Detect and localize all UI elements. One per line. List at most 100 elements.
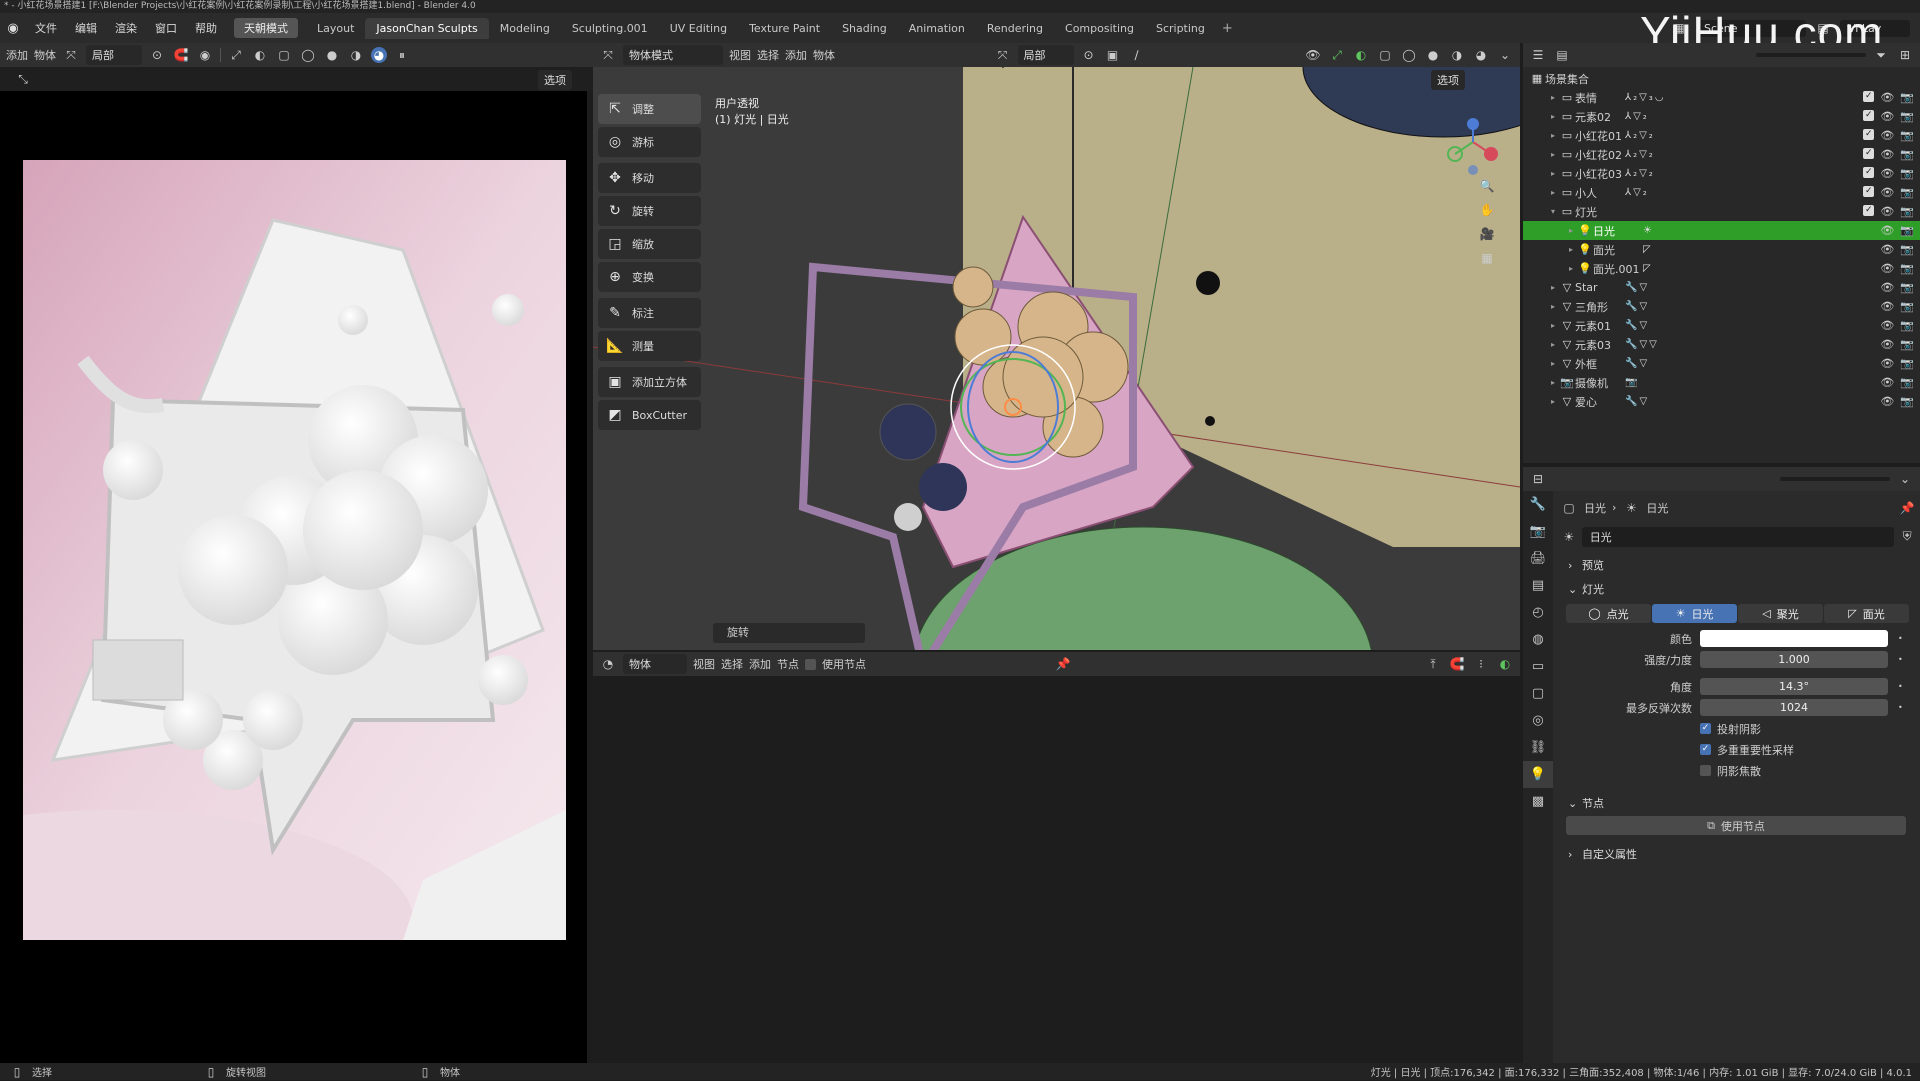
tab-rendering[interactable]: Rendering (976, 18, 1054, 39)
render-camera-icon[interactable]: 📷 (1900, 186, 1914, 199)
render-camera-icon[interactable]: 📷 (1900, 110, 1914, 123)
pan-hand-icon[interactable]: ✋ (1478, 201, 1496, 219)
solid-shading-icon[interactable]: ● (323, 46, 341, 64)
exclude-checkbox[interactable]: ✓ (1863, 129, 1875, 140)
gizmo-icon[interactable]: ⤢ (1328, 46, 1346, 64)
zoom-icon[interactable]: 🔍 (1478, 177, 1496, 195)
expand-right-icon[interactable]: ▸ (1547, 302, 1559, 311)
outliner-row[interactable]: ▸ ▽ 三角形 🔧▽ 👁 📷 (1523, 297, 1920, 316)
tool-tab-icon[interactable]: 🔧 (1523, 491, 1553, 518)
outliner-row[interactable]: ▸ ▽ Star 🔧▽ 👁 📷 (1523, 278, 1920, 297)
editor-type-icon[interactable]: ⤧ (599, 46, 617, 64)
angle-field[interactable]: 14.3° (1700, 678, 1888, 695)
expand-right-icon[interactable]: ▸ (1547, 397, 1559, 406)
render-camera-icon[interactable]: 📷 (1900, 376, 1914, 389)
modifier-icons[interactable]: ⅄₂▽₂ (1625, 130, 1655, 141)
pivot-icon[interactable]: ⊙ (1080, 46, 1098, 64)
overlay-icon[interactable]: ◐ (1496, 655, 1514, 673)
render-camera-icon[interactable]: 📷 (1900, 300, 1914, 313)
snap-icon[interactable]: ▣ (1104, 46, 1122, 64)
outliner-row[interactable]: ▸ 📷 摄像机 📷 👁 📷 (1523, 373, 1920, 392)
use-nodes-button[interactable]: ⧉ 使用节点 (1566, 816, 1906, 835)
scene-tab-icon[interactable]: ◴ (1523, 599, 1553, 626)
last-operator-panel[interactable]: 旋转 (713, 623, 865, 643)
expand-right-icon[interactable]: ▸ (1547, 378, 1559, 387)
outliner-row[interactable]: ▸ ▭ 表情 ⅄₂▽₃◡ ✓ 👁 📷 (1523, 88, 1920, 107)
tool-transform[interactable]: ⊕ 变换 (598, 262, 701, 292)
render-tab-icon[interactable]: 📷 (1523, 518, 1553, 545)
strength-field[interactable]: 1.000 (1700, 651, 1888, 668)
outliner-row[interactable]: ▸ ▽ 外框 🔧▽ 👁 📷 (1523, 354, 1920, 373)
eye-icon[interactable]: 👁 (1880, 281, 1894, 294)
tab-animation[interactable]: Animation (898, 18, 976, 39)
render-camera-icon[interactable]: 📷 (1900, 281, 1914, 294)
eye-icon[interactable]: 👁 (1880, 224, 1894, 237)
proportional-icon[interactable]: ◉ (196, 46, 214, 64)
image-object-menu[interactable]: 物体 (34, 47, 56, 63)
render-camera-icon[interactable]: 📷 (1900, 243, 1914, 256)
node-add-menu[interactable]: 添加 (749, 656, 771, 672)
expand-right-icon[interactable]: ▸ (1547, 150, 1559, 159)
viewport-select-menu[interactable]: 选择 (757, 47, 779, 63)
light-type-spot-light[interactable]: ◁ 聚光 (1738, 604, 1823, 623)
expand-right-icon[interactable]: ▸ (1547, 321, 1559, 330)
snap-icon[interactable]: 🧲 (172, 46, 190, 64)
light-type-area-light[interactable]: ◸ 面光 (1824, 604, 1909, 623)
physics-tab-icon[interactable]: ◎ (1523, 707, 1553, 734)
collection-tab-icon[interactable]: ▭ (1523, 653, 1553, 680)
pause-render-icon[interactable]: ⏸ (393, 46, 411, 64)
outliner-type-icon[interactable]: ☰ (1529, 46, 1547, 64)
image-add-menu[interactable]: 添加 (6, 47, 28, 63)
light-type-sun-light[interactable]: ☀ 日光 (1652, 604, 1737, 623)
node-view-menu[interactable]: 视图 (693, 656, 715, 672)
modifier-icons[interactable]: 🔧▽ (1625, 358, 1649, 369)
render-camera-icon[interactable]: 📷 (1900, 338, 1914, 351)
outliner-row[interactable]: ▸ ▽ 元素01 🔧▽ 👁 📷 (1523, 316, 1920, 335)
node-object-dropdown[interactable]: 物体 (623, 654, 687, 674)
expand-right-icon[interactable]: ▸ (1547, 188, 1559, 197)
datablock-name-field[interactable]: 日光 (1581, 526, 1895, 547)
outliner-row[interactable]: ▸ ▭ 小人 ⅄▽₂ ✓ 👁 📷 (1523, 183, 1920, 202)
exclude-checkbox[interactable]: ✓ (1863, 148, 1875, 159)
expand-right-icon[interactable]: ▸ (1565, 264, 1577, 273)
world-tab-icon[interactable]: ◍ (1523, 626, 1553, 653)
chevron-down-icon[interactable]: ⌄ (1896, 470, 1914, 488)
camera-view-icon[interactable]: 🎥 (1478, 225, 1496, 243)
menu-edit[interactable]: 编辑 (66, 20, 106, 36)
render-camera-icon[interactable]: 📷 (1900, 262, 1914, 275)
tool-annotate[interactable]: ✎ 标注 (598, 298, 701, 328)
material-shading-icon[interactable]: ◑ (347, 46, 365, 64)
fake-user-icon[interactable]: ⛨ (1898, 528, 1916, 546)
custom-props-panel[interactable]: › 自定义属性 (1560, 842, 1916, 866)
eye-icon[interactable]: 👁 (1880, 110, 1894, 123)
expand-down-icon[interactable]: ▾ (1547, 207, 1559, 216)
render-camera-icon[interactable]: 📷 (1900, 395, 1914, 408)
gizmo-icon[interactable]: ⤢ (227, 46, 245, 64)
transform-tool-icon[interactable]: ⤡ (14, 70, 32, 88)
tool-boxcutter[interactable]: ◩ BoxCutter (598, 400, 701, 430)
render-camera-icon[interactable]: 📷 (1900, 129, 1914, 142)
preview-panel[interactable]: › 预览 (1560, 553, 1916, 577)
modifier-icons[interactable]: ◸ (1643, 263, 1653, 274)
modifier-icons[interactable]: ⅄₂▽₂ (1625, 168, 1655, 179)
outliner-root[interactable]: ▦ 场景集合 (1523, 69, 1920, 88)
node-editor-canvas[interactable] (593, 676, 1520, 1063)
rendered-shading-icon[interactable]: ◕ (371, 47, 387, 63)
pin-icon[interactable]: 📌 (1898, 499, 1916, 517)
properties-type-icon[interactable]: ⊟ (1529, 470, 1547, 488)
outliner-row[interactable]: ▸ ▭ 小红花02 ⅄₂▽₂ ✓ 👁 📷 (1523, 145, 1920, 164)
eye-icon[interactable]: 👁 (1880, 319, 1894, 332)
eye-icon[interactable]: 👁 (1880, 338, 1894, 351)
viewport-orientation-dropdown[interactable]: 局部 (1017, 45, 1074, 65)
eye-icon[interactable]: 👁 (1880, 395, 1894, 408)
expand-right-icon[interactable]: ▸ (1565, 226, 1577, 235)
cast-shadow-checkbox[interactable]: ✓ (1700, 723, 1711, 734)
node-editor-type-icon[interactable]: ◔ (599, 655, 617, 673)
viewport-options-button[interactable]: 选项 (1431, 70, 1465, 90)
add-workspace-icon[interactable]: + (1216, 21, 1239, 36)
constraints-tab-icon[interactable]: ⛓ (1523, 734, 1553, 761)
modifier-icons[interactable]: ◸ (1643, 244, 1653, 255)
modifier-icons[interactable]: 🔧▽ (1625, 282, 1649, 293)
tab-scripting[interactable]: Scripting (1145, 18, 1216, 39)
pivot-icon[interactable]: ⊙ (148, 46, 166, 64)
